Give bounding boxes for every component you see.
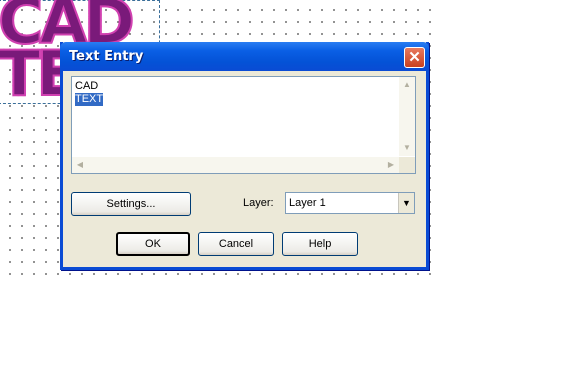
- layer-label: Layer:: [243, 197, 274, 209]
- text-entry-dialog: Text Entry ✕ CAD TEXT ▲ ▼ ◀ ▶ Settings..…: [60, 42, 429, 270]
- settings-button[interactable]: Settings...: [71, 192, 191, 216]
- cancel-button[interactable]: Cancel: [198, 232, 274, 256]
- dialog-titlebar[interactable]: Text Entry ✕: [60, 42, 429, 71]
- text-line-2: TEXT: [75, 93, 104, 106]
- scroll-up-arrow-icon[interactable]: ▲: [399, 77, 415, 93]
- close-button[interactable]: ✕: [404, 47, 425, 68]
- layer-select[interactable]: Layer 1 ▼: [285, 192, 415, 214]
- scroll-down-arrow-icon[interactable]: ▼: [399, 140, 415, 156]
- vertical-scrollbar[interactable]: ▲ ▼: [399, 77, 415, 156]
- ok-button[interactable]: OK: [116, 232, 190, 256]
- selected-text: TEXT: [75, 93, 104, 106]
- scroll-corner: [399, 157, 415, 173]
- dialog-title: Text Entry: [69, 49, 144, 64]
- close-icon: ✕: [408, 49, 421, 66]
- chevron-down-icon[interactable]: ▼: [398, 193, 414, 213]
- scroll-left-arrow-icon[interactable]: ◀: [72, 157, 88, 173]
- text-line-1: CAD: [75, 80, 99, 92]
- horizontal-scrollbar[interactable]: ◀ ▶: [72, 157, 399, 173]
- text-entry-field[interactable]: CAD TEXT ▲ ▼ ◀ ▶: [71, 76, 416, 174]
- help-button[interactable]: Help: [282, 232, 358, 256]
- scroll-right-arrow-icon[interactable]: ▶: [383, 157, 399, 173]
- layer-select-value: Layer 1: [289, 197, 326, 209]
